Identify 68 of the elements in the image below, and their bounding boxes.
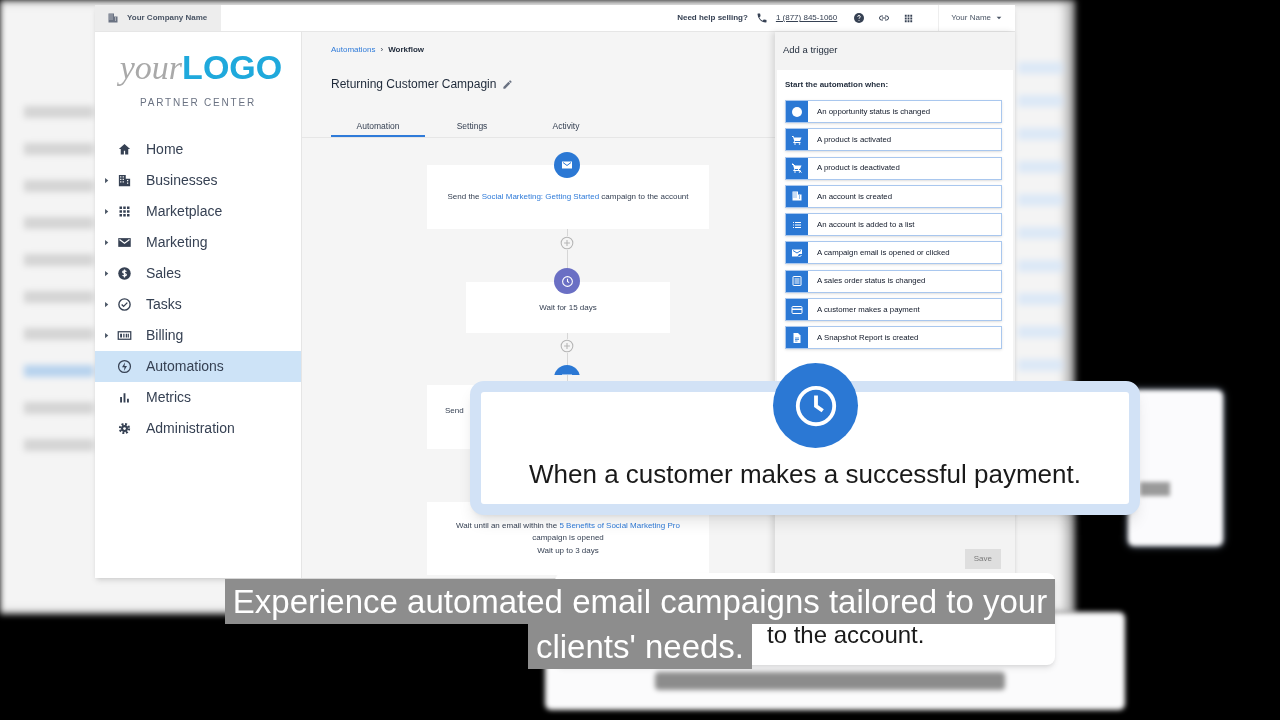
step-text: Send <box>445 405 464 417</box>
caret-right-icon <box>103 332 110 339</box>
sidebar-item-label: Billing <box>146 326 184 345</box>
billing-icon <box>117 328 132 343</box>
user-name: Your Name <box>951 12 991 24</box>
caret-down-icon <box>995 14 1003 22</box>
sidebar-item-label: Marketplace <box>146 202 223 221</box>
breadcrumb-current: Workflow <box>388 44 424 56</box>
bar-chart-icon <box>117 390 132 405</box>
sidebar-item-label: Tasks <box>146 295 182 314</box>
envelope-icon <box>117 235 132 250</box>
sidebar-item-label: Home <box>146 140 184 159</box>
link-icon[interactable] <box>877 12 892 24</box>
page-title: Returning Customer Campagin <box>331 76 497 93</box>
logo-text: LOGO <box>182 50 283 84</box>
caret-right-icon <box>103 208 110 215</box>
callout-text: When a customer makes a successful payment. <box>529 458 1081 491</box>
breadcrumb-link[interactable]: Automations <box>331 44 376 56</box>
settings-icon <box>117 421 132 436</box>
crossed-cart-icon <box>791 162 803 175</box>
document-icon <box>791 331 803 344</box>
sidebar-item-label: Marketing <box>146 233 208 252</box>
trigger-heading: Start the automation when: <box>785 79 890 91</box>
building-icon <box>117 173 132 188</box>
panel-title: Add a trigger <box>783 42 838 57</box>
card-icon <box>791 303 803 316</box>
step-text: Wait until an email within the 5 Benefits of Social Marketing Pro campaign is opened <box>455 520 681 544</box>
sidebar-item-label: Businesses <box>146 171 218 190</box>
company-name: Your Company Name <box>127 12 208 24</box>
caret-right-icon <box>103 239 110 246</box>
envelope-check-icon <box>791 247 803 259</box>
building-icon <box>107 12 119 24</box>
sidebar-item-label: Metrics <box>146 388 192 407</box>
workflow-step-card[interactable]: Wait for 15 days <box>466 282 670 333</box>
clock-node-icon <box>554 268 580 294</box>
sidebar-item-label: Automations <box>146 357 224 376</box>
partner-center-label: PARTNER CENTER <box>140 96 256 110</box>
phone-link[interactable]: 1 (877) 845-1060 <box>775 12 838 24</box>
tab[interactable]: Settings <box>425 117 519 137</box>
step-text: Wait up to 3 days <box>537 545 599 557</box>
envelope-node-icon <box>554 152 580 178</box>
sidebar-item-label: Administration <box>146 419 235 438</box>
pencil-icon[interactable] <box>502 78 514 90</box>
cart-icon <box>791 133 803 146</box>
help-text: Need help selling? <box>677 12 748 24</box>
tab[interactable]: Automation <box>331 117 425 137</box>
phone-icon <box>755 12 768 24</box>
step-text: Send the Social Marketing: Getting Started campaign to the account <box>447 191 689 203</box>
workflow-step-card[interactable]: Send the Social Marketing: Getting Started campaign to the account <box>427 165 709 229</box>
user-menu[interactable]: Your Name <box>938 5 1015 31</box>
lightning-icon <box>117 359 132 374</box>
company-switcher[interactable]: Your Company Name <box>95 5 221 31</box>
breadcrumb-separator: › <box>380 44 384 56</box>
apps-icon[interactable] <box>903 12 915 24</box>
logo-text: your <box>119 51 183 85</box>
help-icon[interactable] <box>853 12 866 24</box>
caret-right-icon <box>103 270 110 277</box>
building-icon <box>791 190 803 203</box>
sidebar-item-label: Sales <box>146 264 182 283</box>
step-text: Wait for 15 days <box>539 301 597 314</box>
check-circle-icon <box>117 297 132 312</box>
caret-right-icon <box>103 177 110 184</box>
document-icon <box>791 275 803 288</box>
caret-right-icon <box>103 301 110 308</box>
sidebar-item[interactable]: Automations <box>95 351 301 382</box>
tab[interactable]: Activity <box>519 117 613 137</box>
grid-icon <box>117 204 132 219</box>
home-icon <box>117 142 132 157</box>
